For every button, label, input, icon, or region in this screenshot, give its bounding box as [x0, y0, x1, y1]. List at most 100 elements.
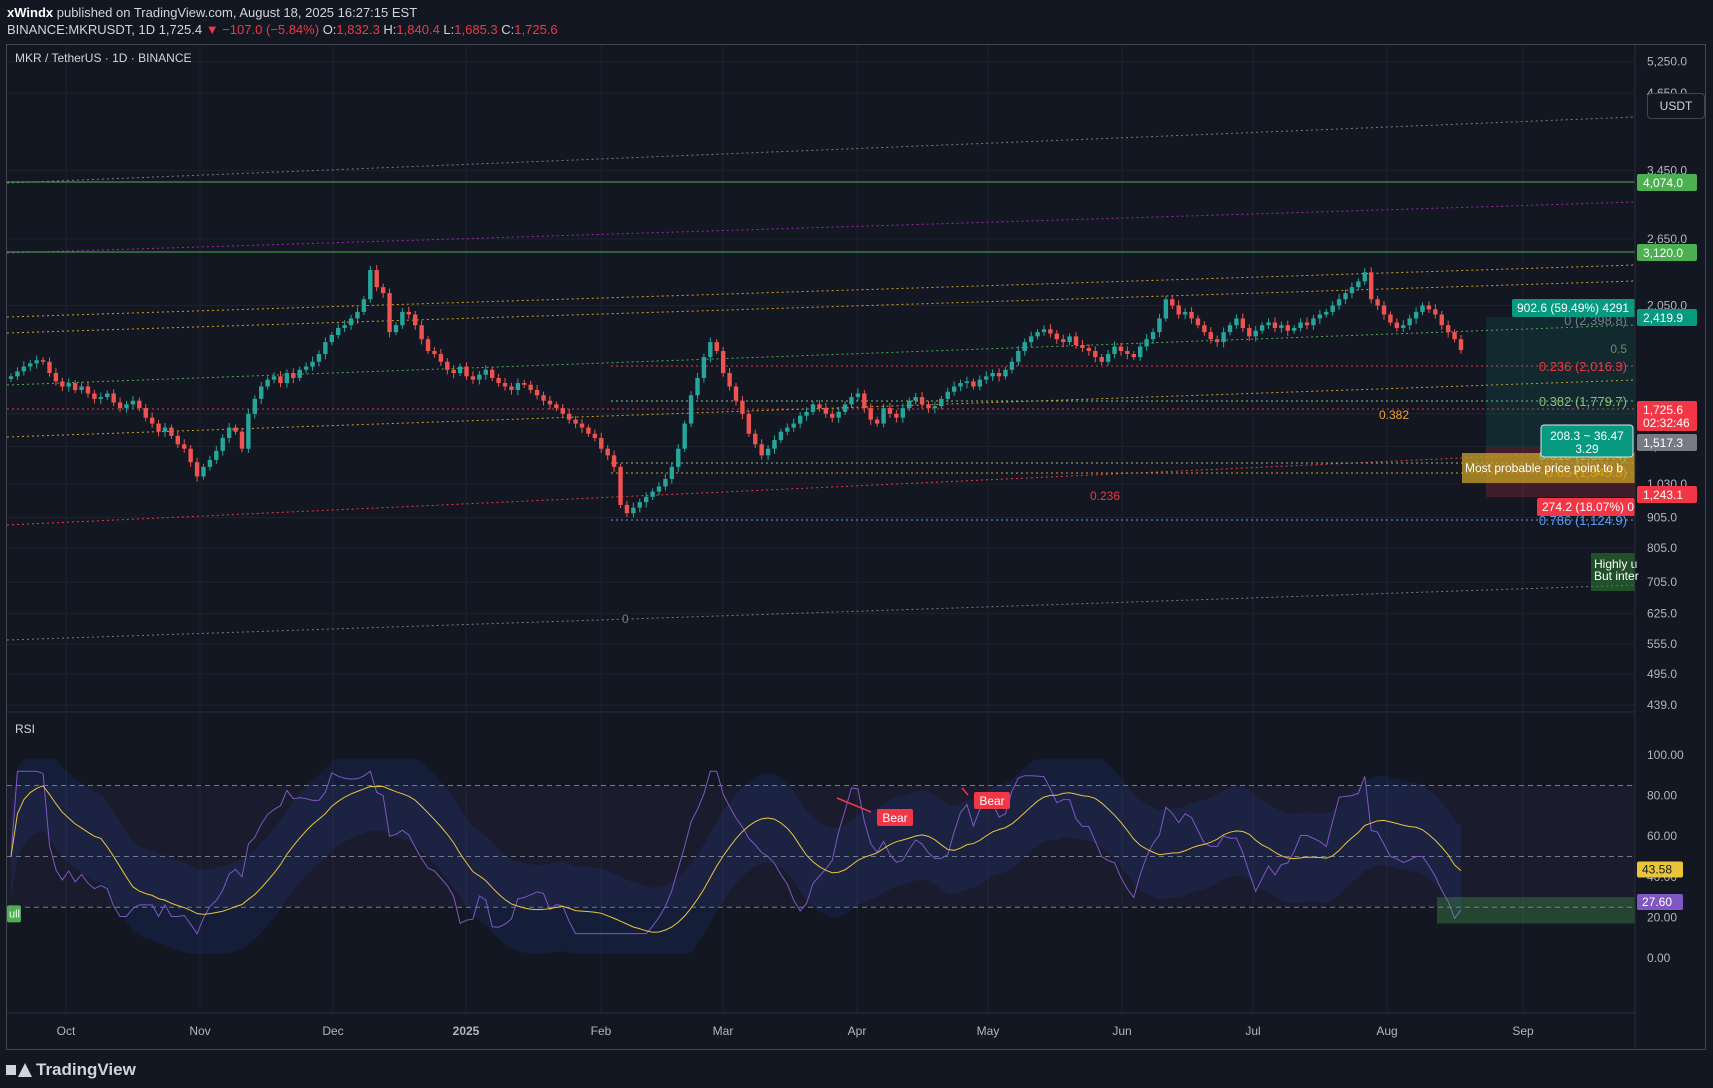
candle-body [1131, 354, 1136, 358]
candle-body [477, 374, 482, 380]
candle-body [342, 325, 347, 328]
candle-body [451, 369, 456, 374]
price-tick-label: 495.0 [1647, 667, 1677, 681]
candle-body [98, 397, 104, 399]
candle-body [348, 318, 354, 326]
rsi-tick-label: 0.00 [1647, 951, 1671, 965]
candle-body [1170, 299, 1175, 306]
fib-label-0382: 0.382 (1,779.7) [1539, 394, 1627, 409]
candle-body [271, 376, 277, 380]
rsi-value-tag: 27.60 [1642, 895, 1672, 909]
close-label: C: [501, 22, 515, 37]
author-name[interactable]: xWindx [7, 5, 53, 20]
candle-body [1266, 322, 1271, 326]
channel-line-bottom [7, 584, 1636, 641]
time-axis[interactable]: Oct Nov Dec 2025 Feb Mar Apr May Jun Jul Aug Sep [57, 1024, 1534, 1038]
time-tick-label: Oct [57, 1024, 76, 1038]
candle-body [297, 369, 302, 378]
candle-body [663, 478, 668, 487]
candle-body [1157, 318, 1162, 333]
candle-body [374, 270, 379, 288]
candle-body [990, 373, 995, 377]
candle-body [1285, 325, 1290, 331]
candle-body [951, 386, 957, 392]
candle-body [169, 427, 174, 436]
candle-body [1125, 351, 1130, 355]
candle-body [1086, 348, 1092, 352]
candle-body [1041, 329, 1047, 333]
candle-body [445, 361, 450, 370]
candle-body [830, 413, 835, 418]
candle-body [1144, 339, 1149, 347]
candle-body [1362, 272, 1367, 282]
candle-body [1067, 336, 1072, 343]
candle-body [676, 448, 681, 467]
candle-body [964, 381, 970, 384]
candle-body [778, 431, 784, 441]
candle-body [188, 448, 193, 463]
candle-body [1189, 311, 1194, 319]
channel-line-green [7, 324, 1636, 386]
candle-body [1368, 272, 1374, 300]
candle-body [624, 504, 630, 514]
candle-body [175, 435, 181, 445]
candle-body [1138, 346, 1143, 358]
candle-body [1336, 299, 1342, 306]
candle-body [566, 413, 572, 420]
candle-body [1375, 299, 1380, 306]
close-value: 1,725.6 [514, 22, 558, 37]
candle-body [971, 381, 976, 387]
low-label: L: [443, 22, 455, 37]
candle-body [207, 459, 213, 467]
candle-body [156, 423, 161, 432]
candle-body [611, 455, 617, 467]
chart-canvas[interactable]: 0 (2,398.8) 0.5 0.236 (2,016.3) 0.382 (1… [7, 45, 1707, 1051]
candle-body [1381, 305, 1387, 315]
candle-body [1176, 305, 1181, 315]
rsi-oversold-box[interactable] [1437, 897, 1635, 924]
high-value: 1,840.4 [396, 22, 440, 37]
rsi-tick-label: 20.00 [1647, 910, 1677, 924]
rsi-pane: 100.0080.0060.0040.0020.000.0043.5827.60… [7, 748, 1684, 965]
price-axis[interactable]: 5,250.04,650.03,450.02,650.02,050.01,350… [1647, 55, 1687, 712]
rsi-tick-label: 80.00 [1647, 789, 1677, 803]
candle-body [259, 386, 264, 399]
candle-body [53, 373, 59, 382]
chart-frame[interactable]: 0 (2,398.8) 0.5 0.236 (2,016.3) 0.382 (1… [6, 44, 1707, 1051]
candle-body [688, 395, 694, 424]
candle-body [284, 373, 290, 384]
candle-body [932, 406, 938, 409]
candle-body [1452, 332, 1457, 340]
price-tick-label: 805.0 [1647, 541, 1677, 555]
candle-body [1279, 325, 1284, 328]
price-tag: 1,725.6 [1643, 403, 1683, 417]
chart-legend-title[interactable]: MKR / TetherUS · 1D · BINANCE [15, 51, 191, 65]
candle-body [143, 408, 148, 418]
candle-body [528, 384, 533, 390]
candle-body [1388, 314, 1393, 323]
candle-body [855, 393, 861, 398]
candle-body [810, 404, 816, 412]
candle-body [939, 398, 944, 407]
last-price: 1,725.4 [158, 22, 203, 37]
candle-body [560, 408, 565, 414]
candle-body [1195, 318, 1201, 326]
candle-body [669, 466, 675, 479]
candle-body [252, 398, 258, 414]
candle-body [1413, 311, 1419, 319]
candle-body [759, 444, 764, 456]
tradingview-logo[interactable]: TradingView [6, 1058, 136, 1082]
candle-body [1105, 354, 1111, 362]
rsi-tick-label: 60.00 [1647, 829, 1677, 843]
rsi-legend-title[interactable]: RSI [15, 722, 35, 736]
candle-body [1003, 369, 1008, 377]
currency-button[interactable]: USDT [1647, 93, 1705, 119]
loss-label: 274.2 (18.07%) 0 [1542, 500, 1634, 514]
candle-body [361, 299, 367, 312]
price-tag: 2,419.9 [1643, 311, 1683, 325]
candle-body [1080, 345, 1085, 349]
time-tick-label: Nov [189, 1024, 210, 1038]
high-label: H: [383, 22, 397, 37]
candle-body [400, 311, 405, 326]
candle-body [329, 334, 334, 343]
